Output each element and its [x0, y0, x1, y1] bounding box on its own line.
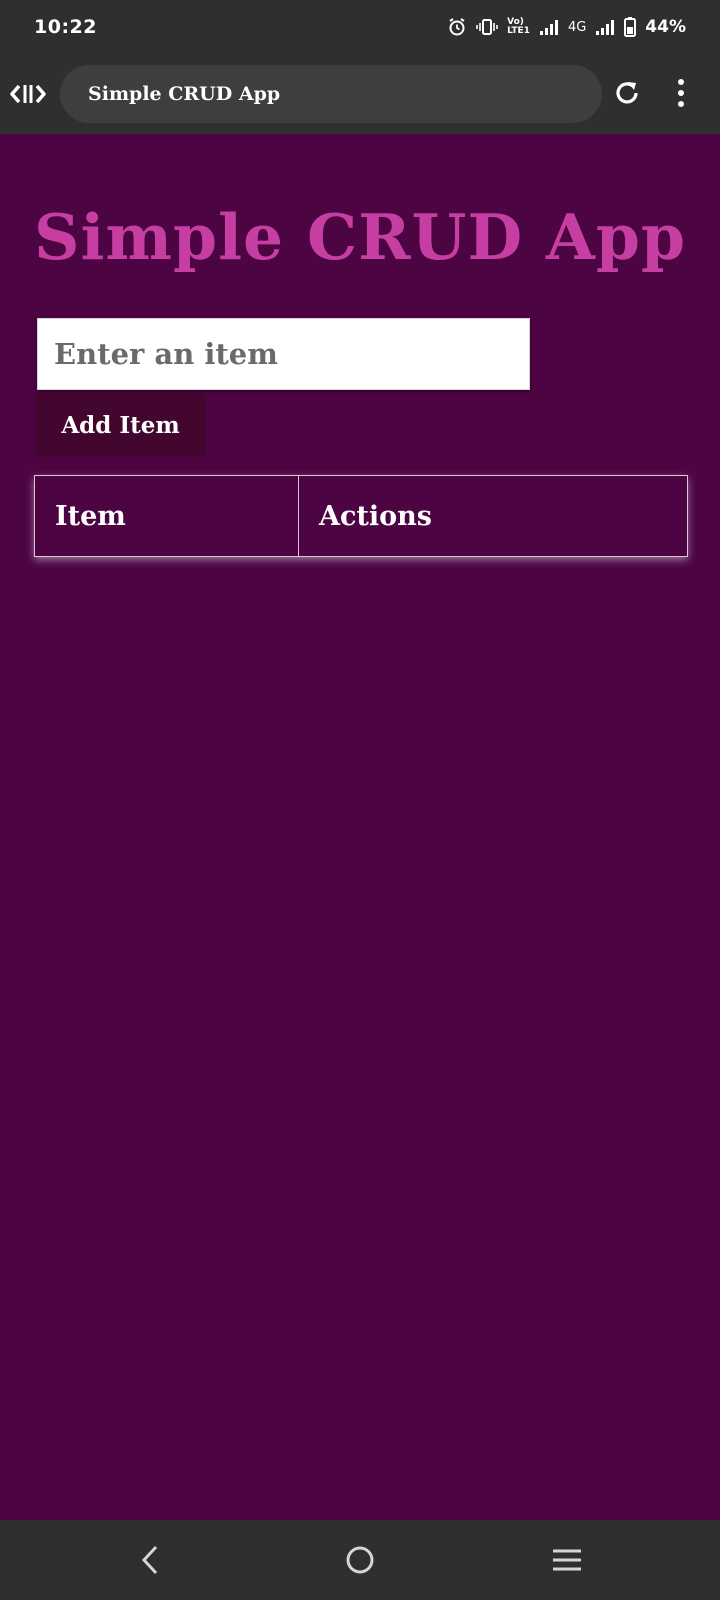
signal-icon-1	[539, 19, 559, 35]
app-title: Simple CRUD App	[33, 200, 687, 274]
reload-icon[interactable]	[612, 78, 642, 112]
address-bar[interactable]: Simple CRUD App	[60, 65, 602, 123]
table-header-row: Item Actions	[34, 475, 688, 557]
alarm-icon	[447, 17, 467, 37]
browser-toolbar: Simple CRUD App	[0, 54, 720, 134]
status-icons: Vo) LTE1 4G 44%	[447, 17, 686, 37]
battery-percent: 44%	[645, 17, 686, 37]
signal-icon-2	[595, 19, 615, 35]
vibrate-icon	[476, 18, 498, 36]
status-time: 10:22	[34, 16, 97, 38]
battery-icon	[624, 17, 637, 37]
page-title-url: Simple CRUD App	[88, 83, 281, 105]
add-item-button[interactable]: Add Item	[36, 393, 205, 457]
code-brackets-icon[interactable]	[0, 54, 56, 134]
kebab-menu-icon[interactable]	[676, 78, 686, 112]
items-table: Item Actions	[34, 475, 688, 557]
back-icon[interactable]	[138, 1542, 162, 1582]
status-bar: 10:22 Vo) LTE1 4G 44%	[0, 0, 720, 54]
item-input[interactable]	[37, 318, 530, 390]
column-header-actions: Actions	[298, 475, 688, 557]
home-icon[interactable]	[344, 1542, 376, 1582]
column-header-item: Item	[34, 475, 299, 557]
system-nav-bar	[0, 1520, 720, 1600]
recents-icon[interactable]	[551, 1542, 583, 1582]
network-type: 4G	[567, 19, 587, 35]
volte-icon: Vo) LTE1	[507, 17, 530, 36]
